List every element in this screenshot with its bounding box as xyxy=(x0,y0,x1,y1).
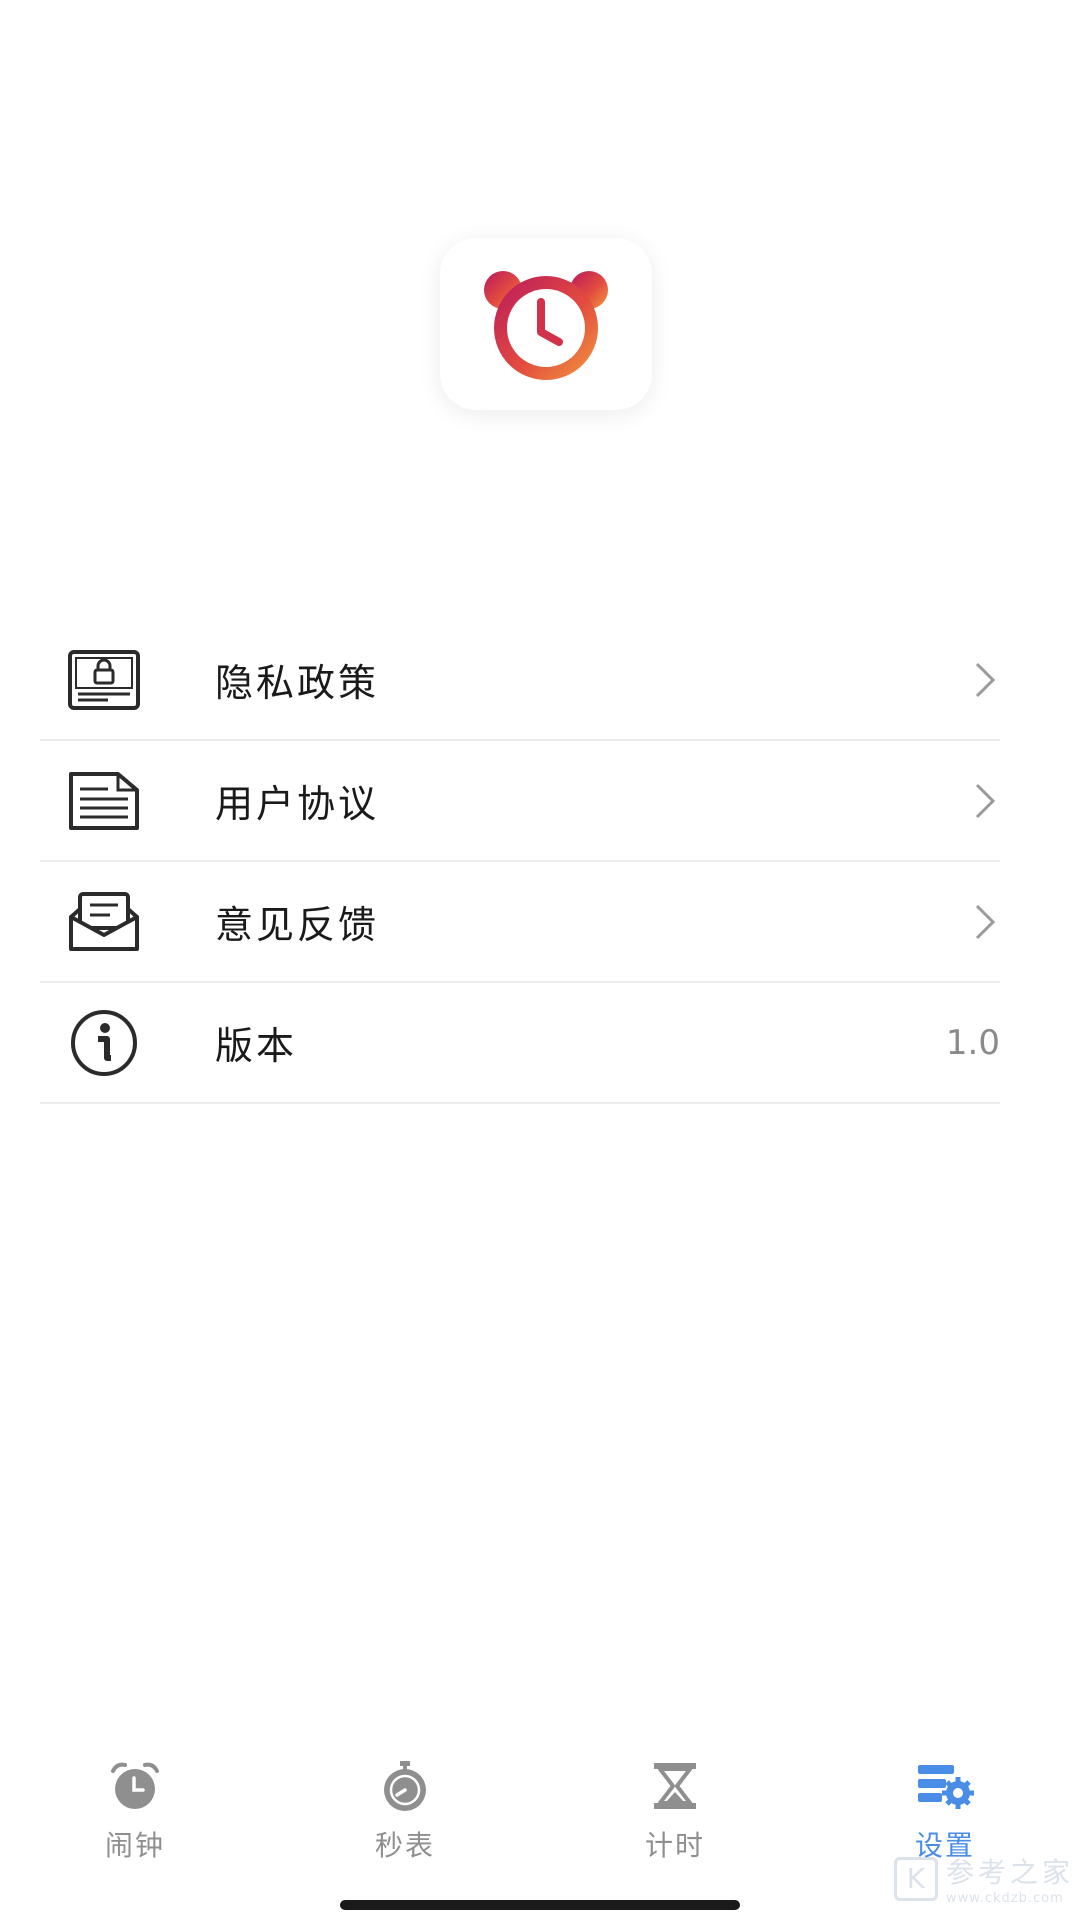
chevron-right-icon xyxy=(970,660,1000,700)
watermark: K 参考之家 www.ckdzb.com xyxy=(893,1851,1074,1906)
menu-item-feedback[interactable]: 意见反馈 xyxy=(40,862,1000,983)
tab-label: 计时 xyxy=(644,1829,705,1862)
watermark-url: www.ckdzb.com xyxy=(945,1891,1064,1906)
tab-label: 闹钟 xyxy=(104,1829,165,1862)
stopwatch-icon xyxy=(375,1758,435,1814)
menu-item-label: 隐私政策 xyxy=(215,661,380,705)
privacy-lock-document-icon xyxy=(68,644,140,716)
tab-stopwatch[interactable]: 秒表 xyxy=(270,1740,540,1870)
home-indicator[interactable] xyxy=(340,1900,740,1910)
menu-item-label: 版本 xyxy=(215,1024,298,1068)
menu-item-privacy-policy[interactable]: 隐私政策 xyxy=(40,620,1000,741)
settings-screen: 隐私政策 用户协议 意见反馈 版本 1.0 闹钟 秒表 计时 设置 K 参考之家… xyxy=(0,0,1080,1920)
chevron-right-icon xyxy=(970,781,1000,821)
watermark-logo: K xyxy=(893,1856,938,1901)
tab-label: 秒表 xyxy=(374,1829,435,1862)
alarm-clock-icon xyxy=(105,1758,165,1814)
app-logo xyxy=(440,238,652,410)
tab-timer[interactable]: 计时 xyxy=(540,1740,810,1870)
info-circle-icon xyxy=(68,1007,140,1079)
settings-gear-icon xyxy=(915,1758,975,1814)
alarm-clock-logo-icon xyxy=(484,271,608,380)
tab-alarm[interactable]: 闹钟 xyxy=(0,1740,270,1870)
menu-item-user-agreement[interactable]: 用户协议 xyxy=(40,741,1000,862)
mail-envelope-icon xyxy=(68,886,140,958)
chevron-right-icon xyxy=(970,902,1000,942)
version-value: 1.0 xyxy=(945,1022,1000,1063)
menu-item-label: 用户协议 xyxy=(215,782,380,826)
hourglass-icon xyxy=(645,1758,705,1814)
menu-item-label: 意见反馈 xyxy=(215,903,380,947)
menu-item-version: 版本 1.0 xyxy=(40,983,1000,1104)
watermark-text: 参考之家 xyxy=(945,1856,1074,1889)
settings-menu: 隐私政策 用户协议 意见反馈 版本 1.0 xyxy=(40,620,1000,1104)
document-lines-icon xyxy=(68,765,140,837)
